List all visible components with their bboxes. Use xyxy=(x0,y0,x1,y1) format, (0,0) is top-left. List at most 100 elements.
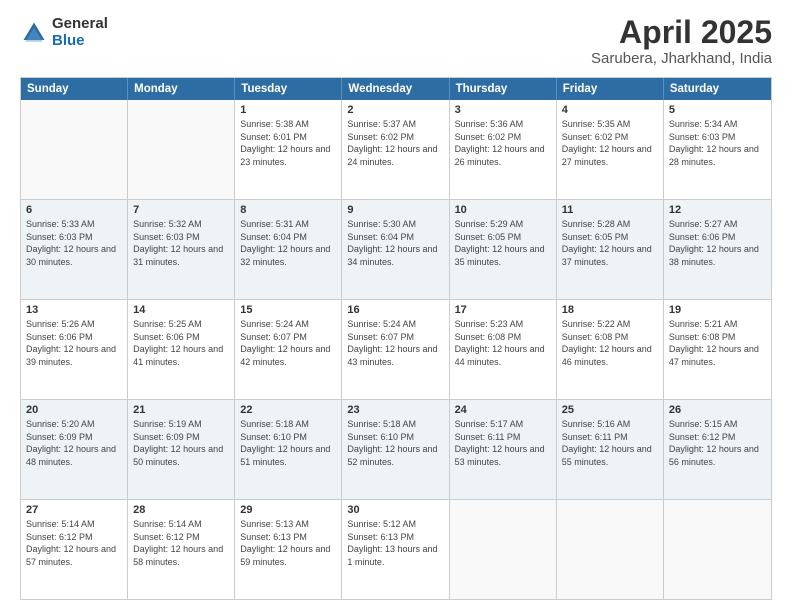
calendar-cell: 17Sunrise: 5:23 AM Sunset: 6:08 PM Dayli… xyxy=(450,300,557,399)
cell-info: Sunrise: 5:16 AM Sunset: 6:11 PM Dayligh… xyxy=(562,418,658,468)
cell-info: Sunrise: 5:13 AM Sunset: 6:13 PM Dayligh… xyxy=(240,518,336,568)
cell-info: Sunrise: 5:37 AM Sunset: 6:02 PM Dayligh… xyxy=(347,118,443,168)
calendar-cell: 3 Sunrise: 5:36 AM Sunset: 6:02 PM Daylig… xyxy=(450,100,557,199)
calendar-cell: 24 Sunrise: 5:17 AM Sunset: 6:11 PM Dayli… xyxy=(450,400,557,499)
calendar-cell: 2Sunrise: 5:37 AM Sunset: 6:02 PM Daylig… xyxy=(342,100,449,199)
calendar-cell: 19 Sunrise: 5:21 AM Sunset: 6:08 PM Dayli… xyxy=(664,300,771,399)
title-month: April 2025 xyxy=(591,16,772,48)
calendar-cell: 18 Sunrise: 5:22 AM Sunset: 6:08 PM Dayli… xyxy=(557,300,664,399)
calendar-row: 27 Sunrise: 5:14 AM Sunset: 6:12 PM Dayli… xyxy=(21,499,771,599)
cell-info: Sunrise: 5:32 AM Sunset: 6:03 PM Dayligh… xyxy=(133,218,229,268)
calendar-cell: 5 Sunrise: 5:34 AM Sunset: 6:03 PM Daylig… xyxy=(664,100,771,199)
calendar-header-cell: Wednesday xyxy=(342,78,449,100)
calendar-header: SundayMondayTuesdayWednesdayThursdayFrid… xyxy=(21,78,771,100)
calendar-header-cell: Friday xyxy=(557,78,664,100)
cell-info: Sunrise: 5:29 AM Sunset: 6:05 PM Dayligh… xyxy=(455,218,551,268)
calendar-cell: 26 Sunrise: 5:15 AM Sunset: 6:12 PM Dayli… xyxy=(664,400,771,499)
calendar-row: 1 Sunrise: 5:38 AM Sunset: 6:01 PM Daylig… xyxy=(21,100,771,199)
calendar-cell: 20 Sunrise: 5:20 AM Sunset: 6:09 PM Dayli… xyxy=(21,400,128,499)
cell-info: Sunrise: 5:15 AM Sunset: 6:12 PM Dayligh… xyxy=(669,418,766,468)
calendar-cell: 10 Sunrise: 5:29 AM Sunset: 6:05 PM Dayli… xyxy=(450,200,557,299)
cell-date: 10 xyxy=(455,204,551,216)
cell-date: 26 xyxy=(669,404,766,416)
cell-info: Sunrise: 5:21 AM Sunset: 6:08 PM Dayligh… xyxy=(669,318,766,368)
cell-date: 12 xyxy=(669,204,766,216)
cell-info: Sunrise: 5:31 AM Sunset: 6:04 PM Dayligh… xyxy=(240,218,336,268)
cell-date: 25 xyxy=(562,404,658,416)
calendar-cell xyxy=(664,500,771,599)
calendar-cell: 4 Sunrise: 5:35 AM Sunset: 6:02 PM Daylig… xyxy=(557,100,664,199)
cell-date: 5 xyxy=(669,104,766,116)
cell-info: Sunrise: 5:20 AM Sunset: 6:09 PM Dayligh… xyxy=(26,418,122,468)
calendar-cell: 22Sunrise: 5:18 AM Sunset: 6:10 PM Dayli… xyxy=(235,400,342,499)
calendar-cell: 29Sunrise: 5:13 AM Sunset: 6:13 PM Dayli… xyxy=(235,500,342,599)
cell-date: 16 xyxy=(347,304,443,316)
cell-info: Sunrise: 5:33 AM Sunset: 6:03 PM Dayligh… xyxy=(26,218,122,268)
calendar-cell: 9Sunrise: 5:30 AM Sunset: 6:04 PM Daylig… xyxy=(342,200,449,299)
cell-date: 8 xyxy=(240,204,336,216)
calendar-row: 6 Sunrise: 5:33 AM Sunset: 6:03 PM Daylig… xyxy=(21,199,771,299)
logo: General Blue xyxy=(20,16,108,49)
cell-date: 1 xyxy=(240,104,336,116)
cell-info: Sunrise: 5:17 AM Sunset: 6:11 PM Dayligh… xyxy=(455,418,551,468)
title-block: April 2025 Sarubera, Jharkhand, India xyxy=(591,16,772,67)
logo-general: General xyxy=(52,16,108,33)
cell-date: 3 xyxy=(455,104,551,116)
cell-date: 11 xyxy=(562,204,658,216)
cell-date: 18 xyxy=(562,304,658,316)
calendar-cell xyxy=(557,500,664,599)
calendar-cell: 30Sunrise: 5:12 AM Sunset: 6:13 PM Dayli… xyxy=(342,500,449,599)
cell-date: 23 xyxy=(347,404,443,416)
cell-info: Sunrise: 5:14 AM Sunset: 6:12 PM Dayligh… xyxy=(26,518,122,568)
calendar-cell: 6 Sunrise: 5:33 AM Sunset: 6:03 PM Daylig… xyxy=(21,200,128,299)
cell-info: Sunrise: 5:35 AM Sunset: 6:02 PM Dayligh… xyxy=(562,118,658,168)
calendar-cell: 27 Sunrise: 5:14 AM Sunset: 6:12 PM Dayli… xyxy=(21,500,128,599)
cell-info: Sunrise: 5:14 AM Sunset: 6:12 PM Dayligh… xyxy=(133,518,229,568)
cell-info: Sunrise: 5:27 AM Sunset: 6:06 PM Dayligh… xyxy=(669,218,766,268)
cell-date: 4 xyxy=(562,104,658,116)
cell-date: 13 xyxy=(26,304,122,316)
cell-info: Sunrise: 5:34 AM Sunset: 6:03 PM Dayligh… xyxy=(669,118,766,168)
cell-date: 28 xyxy=(133,504,229,516)
calendar-cell: 13Sunrise: 5:26 AM Sunset: 6:06 PM Dayli… xyxy=(21,300,128,399)
cell-date: 17 xyxy=(455,304,551,316)
cell-date: 9 xyxy=(347,204,443,216)
calendar-header-cell: Thursday xyxy=(450,78,557,100)
calendar-cell: 12 Sunrise: 5:27 AM Sunset: 6:06 PM Dayli… xyxy=(664,200,771,299)
cell-date: 27 xyxy=(26,504,122,516)
calendar-cell: 15 Sunrise: 5:24 AM Sunset: 6:07 PM Dayli… xyxy=(235,300,342,399)
header: General Blue April 2025 Sarubera, Jharkh… xyxy=(20,16,772,67)
title-location: Sarubera, Jharkhand, India xyxy=(591,50,772,67)
calendar-body: 1 Sunrise: 5:38 AM Sunset: 6:01 PM Daylig… xyxy=(21,100,771,599)
calendar-cell: 21 Sunrise: 5:19 AM Sunset: 6:09 PM Dayli… xyxy=(128,400,235,499)
cell-info: Sunrise: 5:18 AM Sunset: 6:10 PM Dayligh… xyxy=(347,418,443,468)
cell-info: Sunrise: 5:25 AM Sunset: 6:06 PM Dayligh… xyxy=(133,318,229,368)
cell-info: Sunrise: 5:24 AM Sunset: 6:07 PM Dayligh… xyxy=(240,318,336,368)
calendar-row: 13Sunrise: 5:26 AM Sunset: 6:06 PM Dayli… xyxy=(21,299,771,399)
calendar-cell xyxy=(21,100,128,199)
cell-date: 15 xyxy=(240,304,336,316)
cell-date: 24 xyxy=(455,404,551,416)
cell-info: Sunrise: 5:22 AM Sunset: 6:08 PM Dayligh… xyxy=(562,318,658,368)
calendar-header-cell: Saturday xyxy=(664,78,771,100)
cell-date: 20 xyxy=(26,404,122,416)
logo-blue: Blue xyxy=(52,33,108,50)
cell-date: 21 xyxy=(133,404,229,416)
cell-date: 6 xyxy=(26,204,122,216)
cell-date: 7 xyxy=(133,204,229,216)
cell-date: 22 xyxy=(240,404,336,416)
cell-info: Sunrise: 5:36 AM Sunset: 6:02 PM Dayligh… xyxy=(455,118,551,168)
cell-date: 19 xyxy=(669,304,766,316)
calendar-cell: 7 Sunrise: 5:32 AM Sunset: 6:03 PM Daylig… xyxy=(128,200,235,299)
cell-info: Sunrise: 5:19 AM Sunset: 6:09 PM Dayligh… xyxy=(133,418,229,468)
calendar-cell: 28 Sunrise: 5:14 AM Sunset: 6:12 PM Dayli… xyxy=(128,500,235,599)
cell-date: 30 xyxy=(347,504,443,516)
calendar-cell: 14Sunrise: 5:25 AM Sunset: 6:06 PM Dayli… xyxy=(128,300,235,399)
logo-text: General Blue xyxy=(52,16,108,49)
cell-info: Sunrise: 5:38 AM Sunset: 6:01 PM Dayligh… xyxy=(240,118,336,168)
calendar-cell xyxy=(128,100,235,199)
calendar-cell: 8 Sunrise: 5:31 AM Sunset: 6:04 PM Daylig… xyxy=(235,200,342,299)
calendar-cell: 23 Sunrise: 5:18 AM Sunset: 6:10 PM Dayli… xyxy=(342,400,449,499)
logo-icon xyxy=(20,19,48,47)
calendar-header-cell: Tuesday xyxy=(235,78,342,100)
